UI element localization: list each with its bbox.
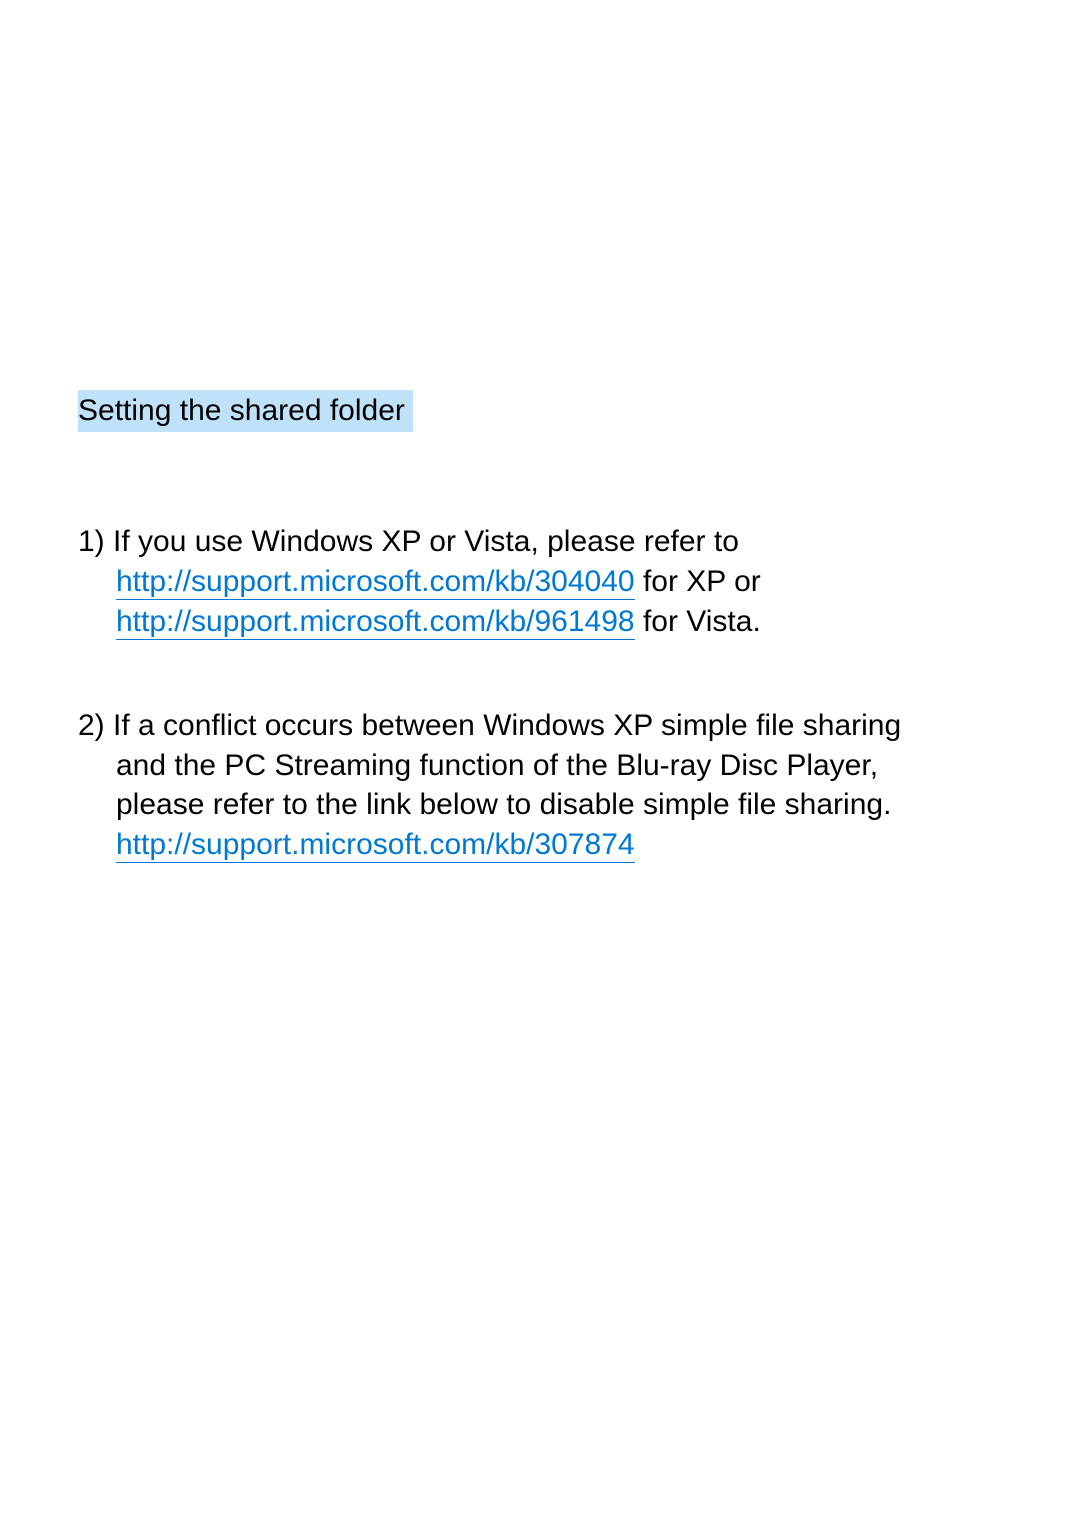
link-vista-kb[interactable]: http://support.microsoft.com/kb/961498 bbox=[116, 605, 635, 640]
item-text: for Vista. bbox=[635, 605, 761, 638]
item-number: 2) bbox=[78, 709, 105, 742]
link-xp-kb[interactable]: http://support.microsoft.com/kb/304040 bbox=[116, 565, 635, 600]
section-heading: Setting the shared folder bbox=[78, 390, 413, 432]
item-text: and the PC Streaming function of the Blu… bbox=[78, 746, 1020, 786]
list-item-2: 2) If a conflict occurs between Windows … bbox=[78, 706, 1020, 866]
item-text: If you use Windows XP or Vista, please r… bbox=[105, 525, 739, 558]
item-text: for XP or bbox=[635, 565, 761, 598]
list-item-1: 1) If you use Windows XP or Vista, pleas… bbox=[78, 522, 1020, 642]
item-number: 1) bbox=[78, 525, 105, 558]
document-content: Setting the shared folder 1) If you use … bbox=[78, 390, 1020, 929]
item-text: If a conflict occurs between Windows XP … bbox=[105, 709, 901, 742]
item-text: please refer to the link below to disabl… bbox=[78, 785, 1020, 825]
link-simple-file-sharing-kb[interactable]: http://support.microsoft.com/kb/307874 bbox=[116, 828, 635, 863]
